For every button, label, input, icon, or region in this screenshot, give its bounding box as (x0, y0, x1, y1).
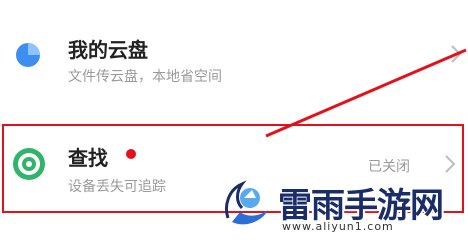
chevron-right-icon (451, 45, 462, 63)
cloud-drive-subtitle: 文件传云盘，本地省空间 (68, 69, 222, 85)
cloud-drive-row[interactable]: 我的云盘 文件传云盘，本地省空间 (0, 0, 468, 118)
watermark-logo-icon (225, 180, 268, 225)
cloud-drive-title: 我的云盘 (68, 38, 148, 62)
cloud-drive-icon (16, 43, 40, 67)
watermark: 雷雨手游网 www.aliyun1.com (222, 176, 468, 240)
watermark-url: www.aliyun1.com (282, 220, 394, 233)
